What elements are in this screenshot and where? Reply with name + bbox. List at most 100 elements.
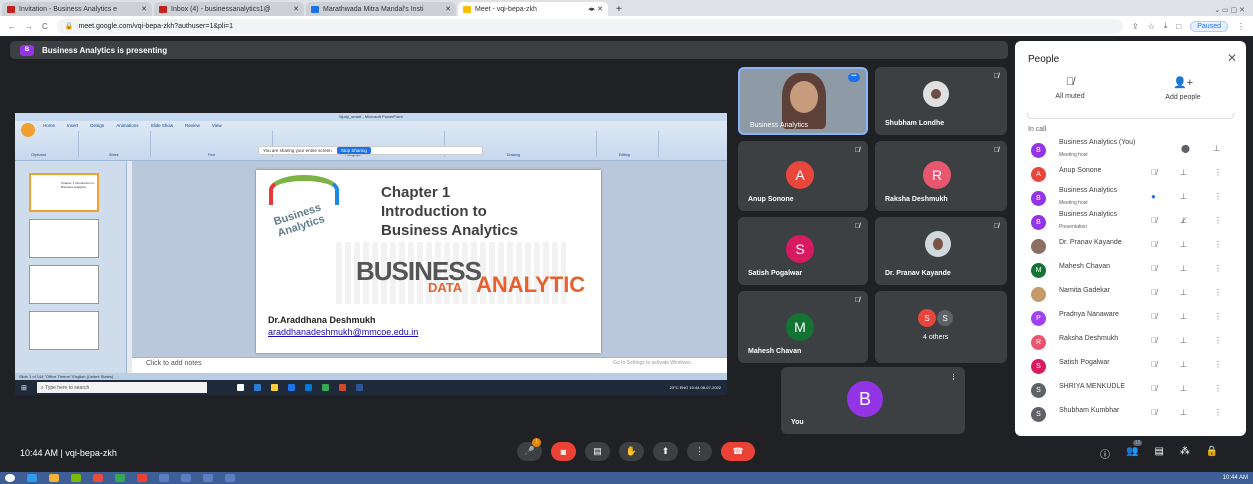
close-tab-icon[interactable]: ✕: [445, 5, 451, 13]
all-muted-button[interactable]: 🎙̸ All muted: [1035, 76, 1105, 100]
folder-icon[interactable]: [49, 474, 59, 482]
more-icon[interactable]: ⋮: [1214, 336, 1222, 345]
menu-icon[interactable]: ⋮: [1237, 22, 1245, 31]
toggle-icon[interactable]: ⬤: [1181, 144, 1190, 153]
explorer-icon[interactable]: [270, 384, 278, 391]
search-people-field[interactable]: [1027, 113, 1234, 119]
participant-row[interactable]: A Anup Sonone 🎙̸ ⊥ ⋮: [1015, 162, 1246, 186]
app-icon[interactable]: [225, 474, 235, 482]
close-tab-icon[interactable]: ✕: [293, 5, 299, 13]
app-icon[interactable]: [159, 474, 169, 482]
participant-row[interactable]: B Business Analytics (You) Meeting host …: [1015, 138, 1246, 162]
ribbon-tab-design[interactable]: Design: [90, 123, 104, 128]
participant-row[interactable]: B Business Analytics Meeting host ● ⊥ ⋮: [1015, 186, 1246, 210]
app-icon[interactable]: [181, 474, 191, 482]
close-icon[interactable]: ✕: [1227, 51, 1237, 65]
windows-search-box[interactable]: ⌕ Type here to search: [36, 382, 207, 393]
more-options-button[interactable]: ⋮: [687, 442, 712, 461]
store-icon[interactable]: [304, 384, 312, 391]
info-icon[interactable]: ⓘ: [1100, 446, 1110, 461]
pin-icon[interactable]: ⊥: [1180, 384, 1187, 393]
browser-tab-mmm[interactable]: Marathwada Mitra Mandal's Insti ✕: [306, 2, 456, 16]
mic-off-icon[interactable]: 🎙̸: [1151, 264, 1157, 273]
chat-icon[interactable]: ▤: [1154, 446, 1163, 461]
back-icon[interactable]: ←: [8, 22, 16, 31]
ribbon-tab-review[interactable]: Review: [185, 123, 200, 128]
leave-call-button[interactable]: ☎: [721, 442, 755, 461]
mic-off-icon[interactable]: 🎙̸: [1151, 168, 1157, 177]
star-icon[interactable]: ☆: [1148, 22, 1155, 31]
pin-icon[interactable]: ⊥: [1213, 144, 1220, 153]
more-icon[interactable]: ⋮: [1214, 360, 1222, 369]
people-icon[interactable]: 👥 13: [1126, 440, 1143, 461]
tile-pranav-kayande[interactable]: 🎙̸ Dr. Pranav Kayande: [875, 217, 1007, 285]
chrome-icon[interactable]: [321, 384, 329, 391]
tile-mahesh-chavan[interactable]: 🎙̸ M Mahesh Chavan: [738, 291, 868, 363]
ribbon-tab-animations[interactable]: Animations: [116, 123, 138, 128]
mic-off-icon[interactable]: 🎙̸: [1151, 240, 1157, 249]
pin-icon[interactable]: ⊥: [1180, 192, 1187, 201]
sidebar-icon[interactable]: □: [1176, 22, 1181, 31]
unpin-icon[interactable]: ⊥̸: [1180, 216, 1187, 225]
mail-icon[interactable]: [287, 384, 295, 391]
participant-row[interactable]: P Pradnya Nanaware 🎙̸ ⊥ ⋮: [1015, 306, 1246, 330]
ribbon-tab-home[interactable]: Home: [43, 123, 55, 128]
forward-icon[interactable]: →: [25, 22, 33, 31]
stop-sharing-button[interactable]: Stop Sharing: [336, 147, 371, 154]
add-people-button[interactable]: 👤+ Add people: [1148, 76, 1218, 101]
more-icon[interactable]: ⋮: [1214, 312, 1222, 321]
close-tab-icon[interactable]: ✕: [141, 5, 147, 13]
mic-off-icon[interactable]: 🎙̸: [1151, 288, 1157, 297]
taskview-icon[interactable]: [236, 384, 244, 391]
pin-icon[interactable]: ⊥: [1180, 336, 1187, 345]
slide-email-link[interactable]: araddhanadeshmukh@mmcoe.edu.in: [268, 327, 418, 337]
edge-icon[interactable]: [253, 384, 261, 391]
ribbon-tab-slideshow[interactable]: Slide Show: [151, 123, 174, 128]
more-icon[interactable]: ⋮: [1214, 192, 1222, 201]
tile-satish-pogalwar[interactable]: 🎙̸ S Satish Pogalwar: [738, 217, 868, 285]
more-icon[interactable]: ⋮: [1214, 240, 1222, 249]
participant-row[interactable]: S SHRIYA MENKUDLE 🎙̸ ⊥ ⋮: [1015, 378, 1246, 402]
media-icon[interactable]: [71, 474, 81, 482]
word-icon[interactable]: [355, 384, 363, 391]
ribbon-tab-view[interactable]: View: [212, 123, 222, 128]
tile-shubham-londhe[interactable]: 🎙̸ Shubham Londhe: [875, 67, 1007, 135]
participant-row[interactable]: R Raksha Deshmukh 🎙̸ ⊥ ⋮: [1015, 330, 1246, 354]
opera-icon[interactable]: [137, 474, 147, 482]
mic-off-icon[interactable]: 🎙̸: [1151, 360, 1157, 369]
mic-off-icon[interactable]: 🎙̸: [1151, 336, 1157, 345]
participant-row[interactable]: S Satish Pogalwar 🎙̸ ⊥ ⋮: [1015, 354, 1246, 378]
browser-tab-meet[interactable]: Meet - vqi-bepa-zkh ◂▸ ✕: [458, 2, 608, 16]
participant-row[interactable]: M Mahesh Chavan 🎙̸ ⊥ ⋮: [1015, 258, 1246, 282]
slide-thumb-1[interactable]: Chapter 1 Introduction to Business Analy…: [29, 173, 99, 212]
mic-off-icon[interactable]: 🎙̸: [1151, 312, 1157, 321]
mic-button[interactable]: 🎤!: [517, 438, 542, 461]
mic-off-icon[interactable]: 🎙̸: [1151, 216, 1157, 225]
slide-thumb-2[interactable]: [29, 219, 99, 258]
pin-icon[interactable]: ⊥: [1180, 240, 1187, 249]
mic-off-icon[interactable]: 🎙̸: [1151, 408, 1157, 417]
mic-off-icon[interactable]: 🎙̸: [1151, 384, 1157, 393]
participant-row[interactable]: Namita Gadekar 🎙̸ ⊥ ⋮: [1015, 282, 1246, 306]
more-icon[interactable]: ⋮: [1214, 288, 1222, 297]
more-icon[interactable]: ⋮: [1214, 264, 1222, 273]
address-bar[interactable]: 🔒 meet.google.com/vqi-bepa-zkh?authuser=1…: [56, 18, 1123, 34]
activities-icon[interactable]: ⁂: [1180, 446, 1190, 461]
windows-start-icon[interactable]: ⊞: [21, 384, 27, 392]
slide-thumb-3[interactable]: [29, 265, 99, 304]
more-icon[interactable]: ⋮: [1214, 384, 1222, 393]
more-icon[interactable]: ⋮: [1214, 216, 1222, 225]
slide-thumb-4[interactable]: [29, 311, 99, 350]
ie-icon[interactable]: [27, 474, 37, 482]
tile-anup-sonone[interactable]: 🎙̸ A Anup Sonone: [738, 141, 868, 211]
tile-business-analytics[interactable]: Business Analytics •••: [738, 67, 868, 135]
download-icon[interactable]: ⤓: [1164, 21, 1168, 31]
share-icon[interactable]: ⇪: [1132, 22, 1139, 31]
profile-paused-button[interactable]: Paused: [1190, 20, 1228, 32]
browser-tab-inbox[interactable]: Inbox (4) - businessanalytics1@ ✕: [154, 2, 304, 16]
pin-icon[interactable]: ⊥: [1180, 288, 1187, 297]
pin-icon[interactable]: ⊥: [1180, 264, 1187, 273]
powerpoint-icon[interactable]: [338, 384, 346, 391]
chrome-icon[interactable]: [115, 474, 125, 482]
participant-row[interactable]: Dr. Pranav Kayande 🎙̸ ⊥ ⋮: [1015, 234, 1246, 258]
